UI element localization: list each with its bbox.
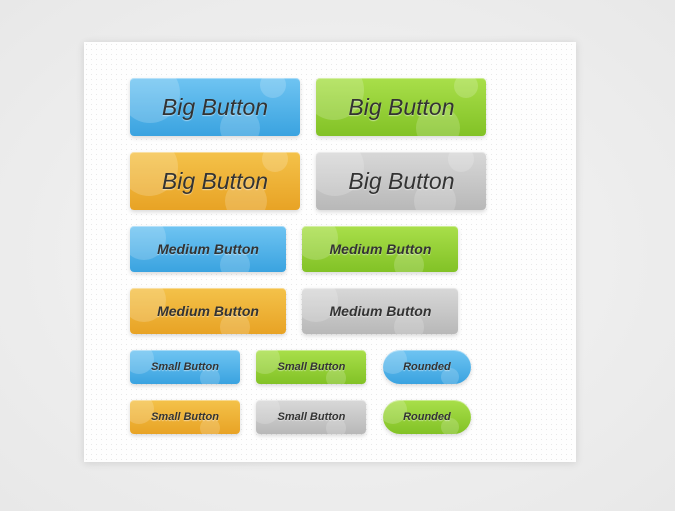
medium-button-label: Medium Button — [157, 241, 259, 257]
medium-button-label: Medium Button — [330, 303, 432, 319]
small-row-1: Small Button Small Button Rounded — [130, 350, 576, 384]
big-button-gray[interactable]: Big Button — [316, 152, 486, 210]
big-row-2: Big Button Big Button — [130, 152, 576, 210]
medium-button-label: Medium Button — [157, 303, 259, 319]
big-button-label: Big Button — [162, 168, 268, 194]
med-row-2: Medium Button Medium Button — [130, 288, 576, 334]
small-button-gray[interactable]: Small Button — [256, 400, 366, 434]
showcase-panel: Big Button Big Button Big Button Big But… — [84, 42, 576, 462]
small-button-label: Small Button — [151, 411, 219, 423]
small-button-green[interactable]: Small Button — [256, 350, 366, 384]
small-button-label: Small Button — [278, 411, 346, 423]
big-button-orange[interactable]: Big Button — [130, 152, 300, 210]
rounded-button-label: Rounded — [403, 361, 451, 373]
rounded-button-label: Rounded — [403, 411, 451, 423]
big-button-label: Big Button — [162, 94, 268, 120]
big-button-label: Big Button — [348, 168, 454, 194]
big-row-1: Big Button Big Button — [130, 78, 576, 136]
rounded-button-blue[interactable]: Rounded — [383, 350, 471, 384]
medium-button-orange[interactable]: Medium Button — [130, 288, 286, 334]
big-button-green[interactable]: Big Button — [316, 78, 486, 136]
small-button-label: Small Button — [151, 361, 219, 373]
small-button-orange[interactable]: Small Button — [130, 400, 240, 434]
medium-button-green[interactable]: Medium Button — [302, 226, 458, 272]
big-button-label: Big Button — [348, 94, 454, 120]
small-button-blue[interactable]: Small Button — [130, 350, 240, 384]
small-row-2: Small Button Small Button Rounded — [130, 400, 576, 434]
small-button-label: Small Button — [278, 361, 346, 373]
big-button-blue[interactable]: Big Button — [130, 78, 300, 136]
rounded-button-green[interactable]: Rounded — [383, 400, 471, 434]
medium-button-blue[interactable]: Medium Button — [130, 226, 286, 272]
medium-button-gray[interactable]: Medium Button — [302, 288, 458, 334]
medium-button-label: Medium Button — [330, 241, 432, 257]
med-row-1: Medium Button Medium Button — [130, 226, 576, 272]
